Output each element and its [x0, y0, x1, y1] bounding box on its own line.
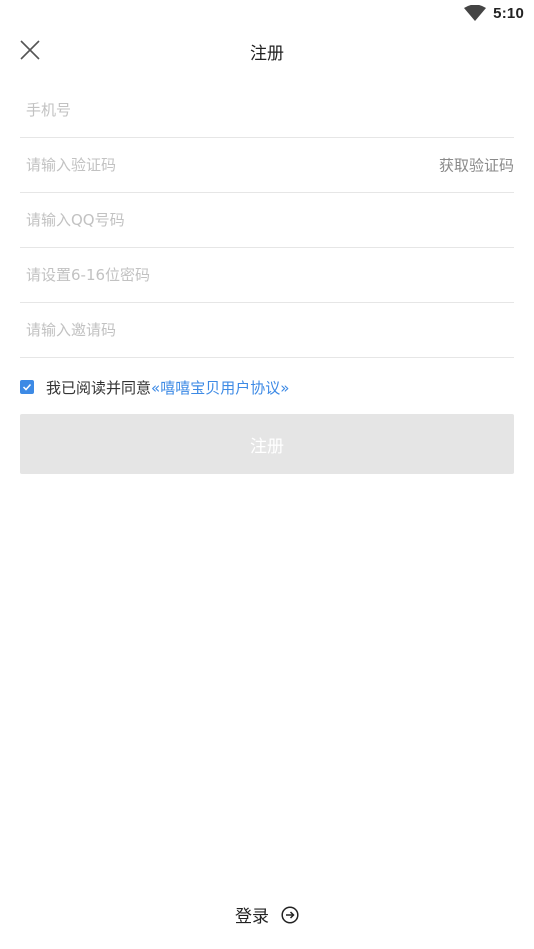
register-button-label: 注册 [250, 436, 284, 457]
get-code-button[interactable]: 获取验证码 [430, 154, 514, 176]
agreement-checkbox[interactable] [20, 380, 34, 394]
code-field-row: 获取验证码 [20, 138, 514, 193]
invite-field-row [20, 303, 514, 358]
header: 注册 [0, 28, 534, 72]
status-time: 5:10 [493, 5, 524, 22]
agreement-text: 我已阅读并同意 [46, 378, 152, 397]
phone-field-row [20, 83, 514, 138]
login-link[interactable]: 登录 [0, 902, 534, 927]
checkmark-icon [22, 383, 32, 391]
qq-field-row [20, 193, 514, 248]
wifi-icon [464, 5, 486, 21]
password-input[interactable] [20, 248, 514, 302]
qq-input[interactable] [20, 193, 514, 247]
agreement-row: 我已阅读并同意 «嘻嘻宝贝用户协议» [20, 376, 289, 398]
register-button[interactable]: 注册 [20, 414, 514, 474]
page-title: 注册 [250, 44, 284, 64]
password-field-row [20, 248, 514, 303]
status-bar: 5:10 [0, 0, 534, 28]
register-form: 获取验证码 [20, 83, 514, 358]
user-agreement-link[interactable]: «嘻嘻宝贝用户协议» [151, 377, 289, 398]
register-screen: 5:10 注册 获取验证码 [0, 0, 534, 949]
invite-code-input[interactable] [20, 303, 514, 357]
login-label: 登录 [235, 907, 269, 927]
phone-input[interactable] [20, 83, 514, 137]
arrow-right-circle-icon [281, 905, 299, 924]
